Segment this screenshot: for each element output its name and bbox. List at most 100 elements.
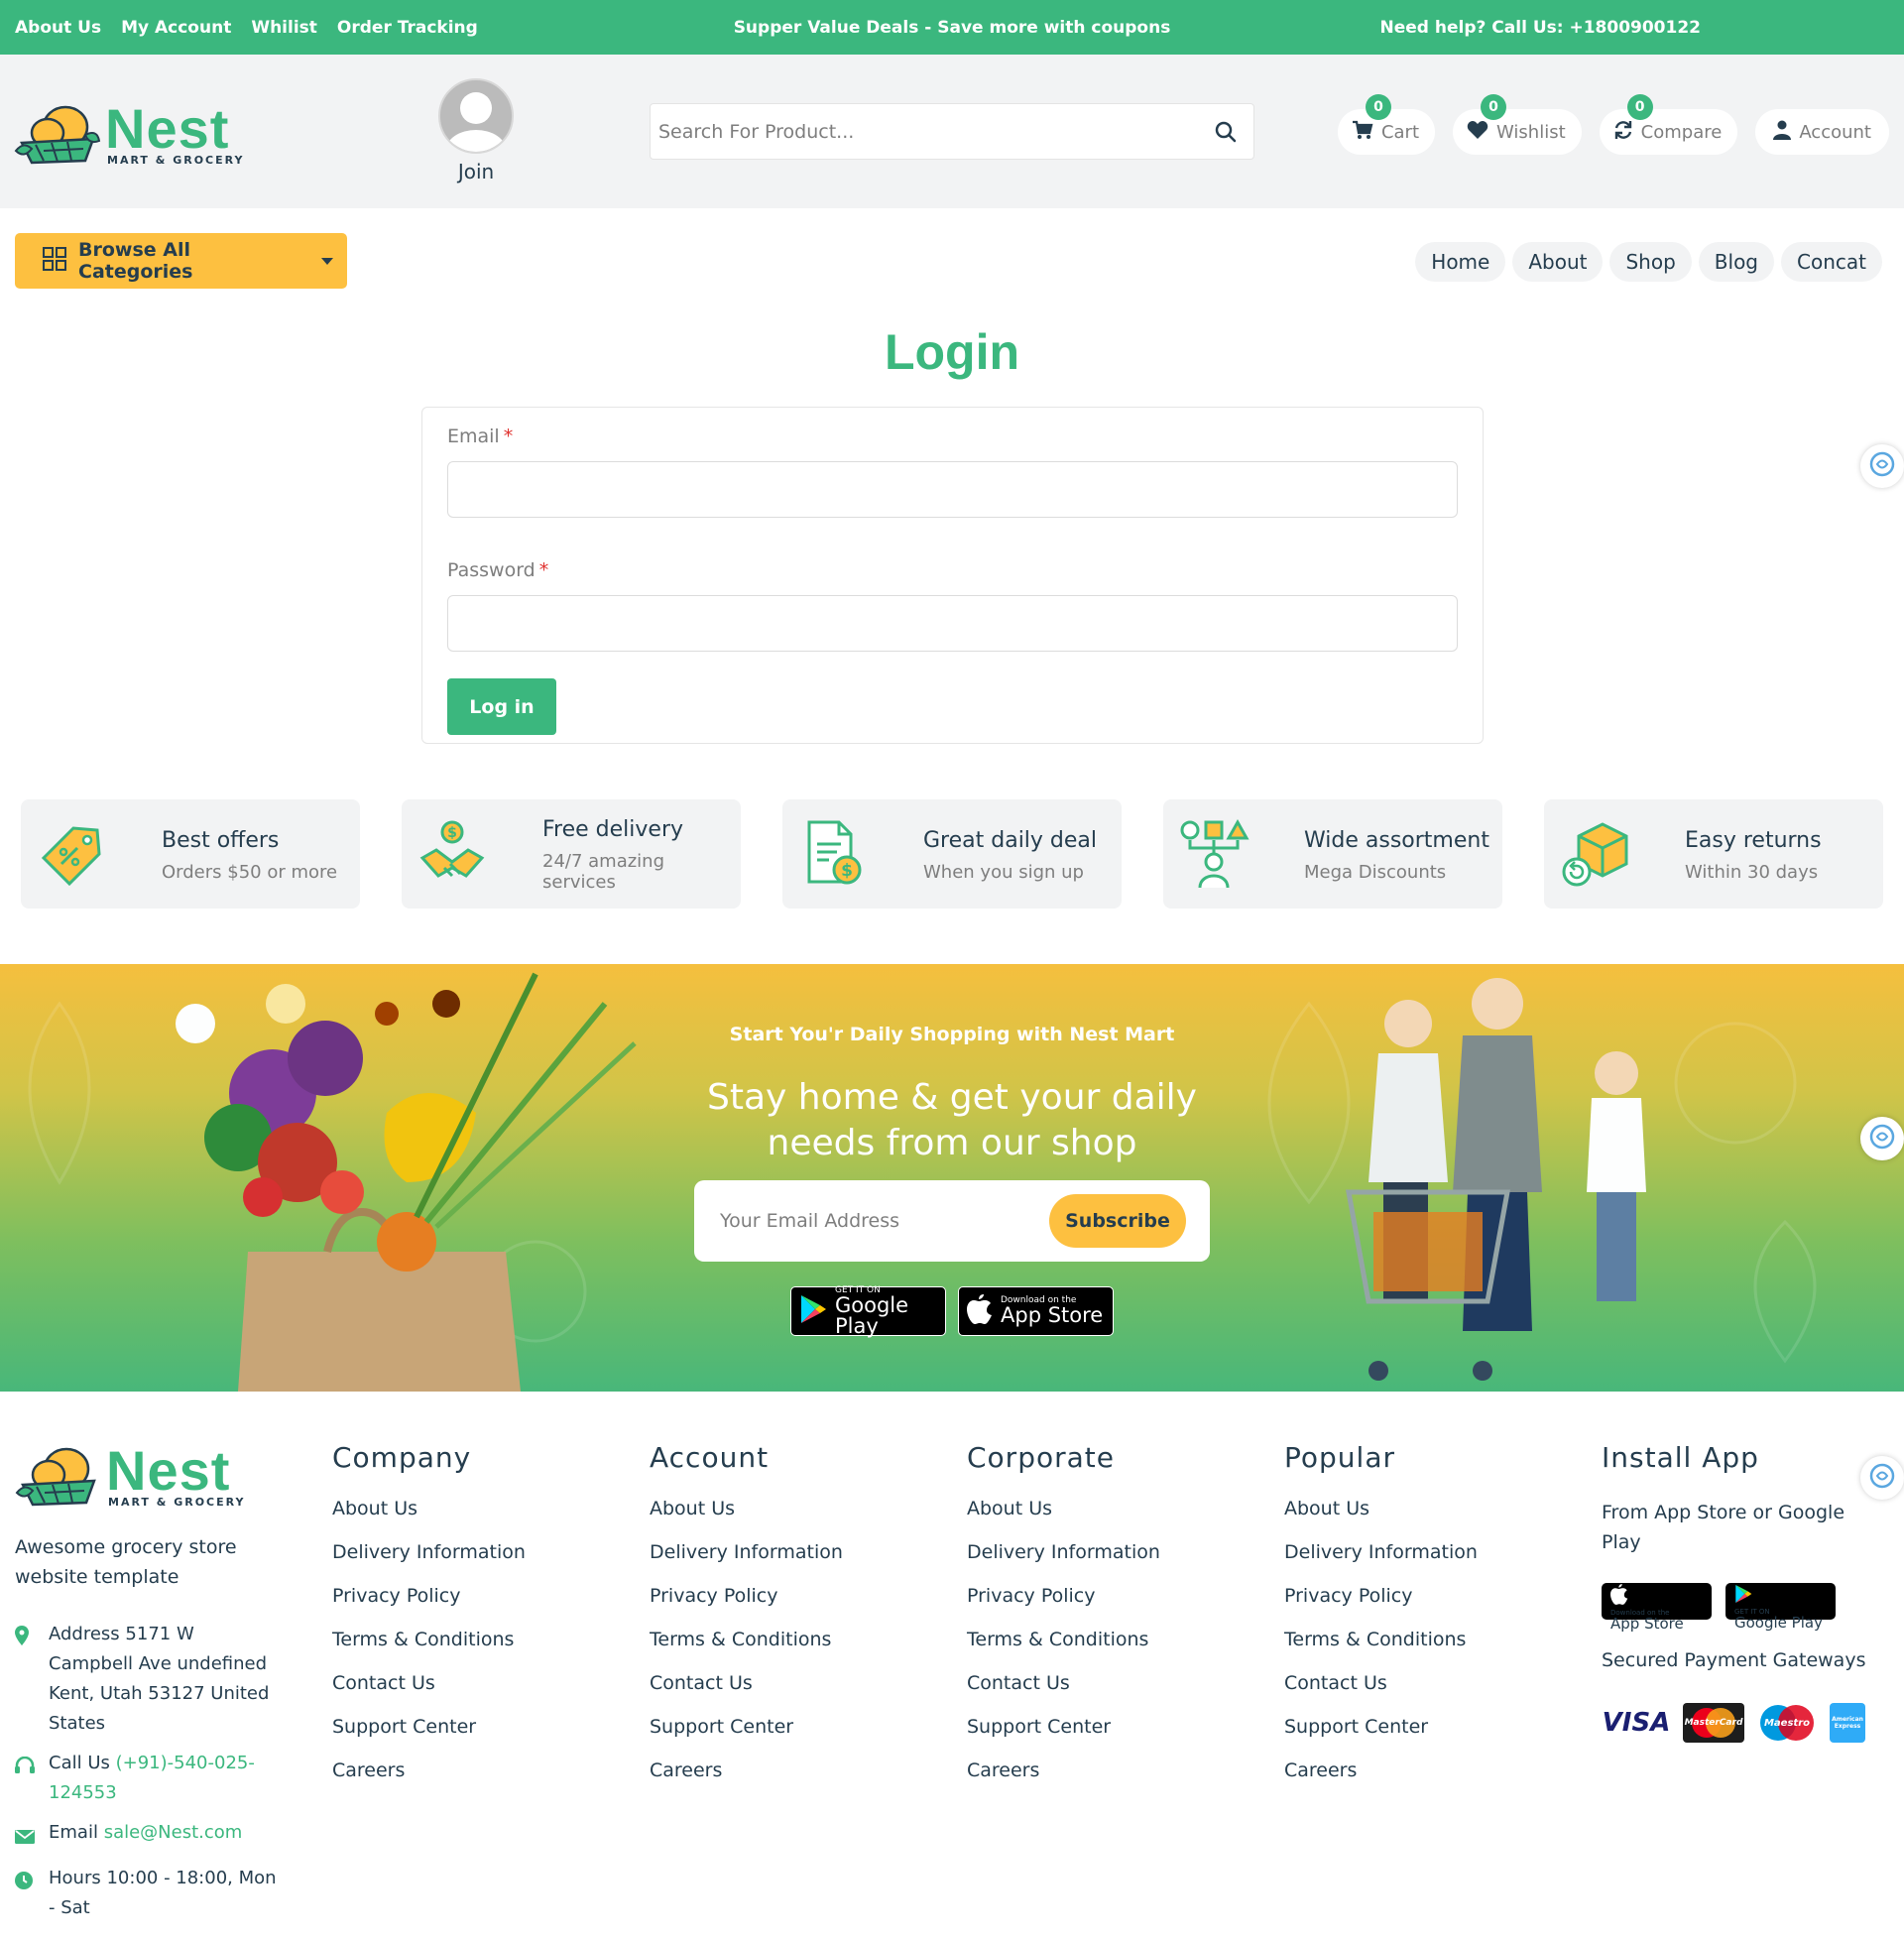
footer-column-popular: Popular About Us Delivery Information Pr… <box>1284 1441 1478 1803</box>
footer-install-app: Install App From App Store or Google Pla… <box>1602 1441 1865 1743</box>
nav-blog[interactable]: Blog <box>1698 242 1775 282</box>
handshake-coin-icon: $ <box>416 818 488 890</box>
footer-link[interactable]: Contact Us <box>967 1672 1160 1716</box>
invoice-dollar-icon: $ <box>797 818 869 890</box>
footer-link[interactable]: About Us <box>332 1498 526 1541</box>
footer-link[interactable]: Careers <box>332 1759 526 1803</box>
footer-description: Awesome grocery store website template <box>15 1536 237 1588</box>
app-store-badge[interactable]: Download on the App Store <box>1602 1583 1712 1632</box>
footer-link[interactable]: Terms & Conditions <box>1284 1629 1478 1672</box>
site-logo[interactable]: Nest MART & GROCERY <box>14 99 244 171</box>
nav-home[interactable]: Home <box>1415 242 1506 282</box>
footer-link[interactable]: Privacy Policy <box>967 1585 1160 1629</box>
password-field[interactable] <box>447 595 1458 652</box>
logo-name: Nest <box>105 96 230 160</box>
footer-link[interactable]: Terms & Conditions <box>650 1629 843 1672</box>
floating-chat-button[interactable] <box>1860 444 1904 488</box>
top-link-my-account[interactable]: My Account <box>121 18 231 38</box>
search-input[interactable] <box>658 120 1206 143</box>
avatar <box>438 78 514 154</box>
amex-logo: American Express <box>1830 1703 1865 1743</box>
footer-link[interactable]: Careers <box>967 1759 1160 1803</box>
footer-link[interactable]: About Us <box>650 1498 843 1541</box>
footer-link[interactable]: Privacy Policy <box>650 1585 843 1629</box>
footer-link[interactable]: Delivery Information <box>967 1541 1160 1585</box>
footer-link[interactable]: Careers <box>650 1759 843 1803</box>
account-button[interactable]: Account <box>1755 109 1889 155</box>
floating-chat-button[interactable] <box>1860 1117 1904 1160</box>
floating-chat-button[interactable] <box>1860 1456 1904 1500</box>
banner-title: Stay home & get your daily needs from ou… <box>707 1077 1197 1163</box>
feature-card: $ Free delivery 24/7 amazing services <box>402 799 741 909</box>
footer-logo[interactable]: Nest MART & GROCERY <box>15 1441 283 1513</box>
google-play-badge[interactable]: GET IT ON Google Play <box>790 1285 946 1336</box>
footer: Nest MART & GROCERY Awesome grocery stor… <box>0 1392 1904 1941</box>
compare-button[interactable]: 0 Compare <box>1599 94 1738 155</box>
top-link-wishlist[interactable]: Whilist <box>251 18 317 38</box>
mastercard-logo: MasterCard <box>1683 1703 1744 1743</box>
address-row: Address 5171 W Campbell Ave undefined Ke… <box>15 1620 283 1739</box>
nav-about[interactable]: About <box>1512 242 1604 282</box>
search-bar <box>650 103 1254 160</box>
search-icon[interactable] <box>1206 112 1246 152</box>
cart-label: Cart <box>1380 121 1420 143</box>
nav-contact[interactable]: Concat <box>1781 242 1882 282</box>
join-link[interactable]: Join <box>436 78 516 183</box>
login-button[interactable]: Log in <box>447 678 556 735</box>
feature-subtitle: When you sign up <box>923 861 1084 883</box>
refresh-icon <box>1613 120 1633 145</box>
footer-link[interactable]: Terms & Conditions <box>332 1629 526 1672</box>
envelope-icon <box>15 1818 35 1854</box>
wishlist-count-badge: 0 <box>1481 94 1507 120</box>
footer-link[interactable]: Contact Us <box>650 1672 843 1716</box>
footer-link[interactable]: Delivery Information <box>1284 1541 1478 1585</box>
app-store-badge[interactable]: Download on the App Store <box>958 1286 1114 1336</box>
footer-link[interactable]: Contact Us <box>1284 1672 1478 1716</box>
svg-text:$: $ <box>447 825 457 841</box>
top-link-order-tracking[interactable]: Order Tracking <box>337 18 478 38</box>
footer-link[interactable]: Support Center <box>1284 1716 1478 1759</box>
logo-tagline: MART & GROCERY <box>107 153 245 167</box>
footer-contact: Address 5171 W Campbell Ave undefined Ke… <box>15 1620 283 1923</box>
clock-icon <box>15 1864 35 1923</box>
top-link-about-us[interactable]: About Us <box>15 18 101 38</box>
feature-subtitle: Orders $50 or more <box>162 861 338 883</box>
wishlist-button[interactable]: 0 Wishlist <box>1453 94 1582 155</box>
footer-link[interactable]: Careers <box>1284 1759 1478 1803</box>
google-play-icon <box>799 1294 827 1328</box>
email-row: Email sale@Nest.com <box>15 1818 283 1854</box>
top-links: About Us My Account Whilist Order Tracki… <box>15 18 478 38</box>
google-play-badge[interactable]: GET IT ON Google Play <box>1726 1583 1836 1631</box>
feature-title: Easy returns <box>1685 827 1822 853</box>
cart-button[interactable]: 0 Cart <box>1337 94 1436 155</box>
footer-link[interactable]: Delivery Information <box>332 1541 526 1585</box>
nav-shop[interactable]: Shop <box>1609 242 1692 282</box>
feature-list: Best offers Orders $50 or more $ Free de… <box>21 799 1883 909</box>
footer-link[interactable]: About Us <box>967 1498 1160 1541</box>
footer-link[interactable]: Terms & Conditions <box>967 1629 1160 1672</box>
footer-email-link[interactable]: sale@Nest.com <box>104 1822 243 1843</box>
footer-link[interactable]: Contact Us <box>332 1672 526 1716</box>
nav-row: Browse All Categories Home About Shop Bl… <box>0 208 1904 307</box>
email-label: Email * <box>447 425 514 447</box>
newsletter-banner: Start You'r Daily Shopping with Nest Mar… <box>0 964 1904 1392</box>
footer-link[interactable]: Privacy Policy <box>332 1585 526 1629</box>
heart-icon <box>1467 120 1488 145</box>
footer-link[interactable]: Support Center <box>650 1716 843 1759</box>
payment-logos: VISA MasterCard Maestro American Express <box>1602 1703 1865 1743</box>
phone-row: Call Us (+91)-540-025-124553 <box>15 1749 283 1808</box>
footer-link[interactable]: Support Center <box>967 1716 1160 1759</box>
footer-link[interactable]: Support Center <box>332 1716 526 1759</box>
footer-link[interactable]: Delivery Information <box>650 1541 843 1585</box>
email-field[interactable] <box>447 461 1458 518</box>
newsletter-email-input[interactable] <box>720 1210 1049 1232</box>
subscribe-button[interactable]: Subscribe <box>1049 1194 1186 1248</box>
footer-link[interactable]: About Us <box>1284 1498 1478 1541</box>
google-play-icon <box>1734 1585 1752 1609</box>
footer-link[interactable]: Privacy Policy <box>1284 1585 1478 1629</box>
grid-icon <box>43 246 66 276</box>
browse-categories-button[interactable]: Browse All Categories <box>15 233 347 289</box>
chat-bot-icon <box>1869 451 1895 481</box>
help-text: Need help? Call Us: +1800900122 <box>1379 17 1701 38</box>
map-pin-icon <box>15 1620 35 1739</box>
